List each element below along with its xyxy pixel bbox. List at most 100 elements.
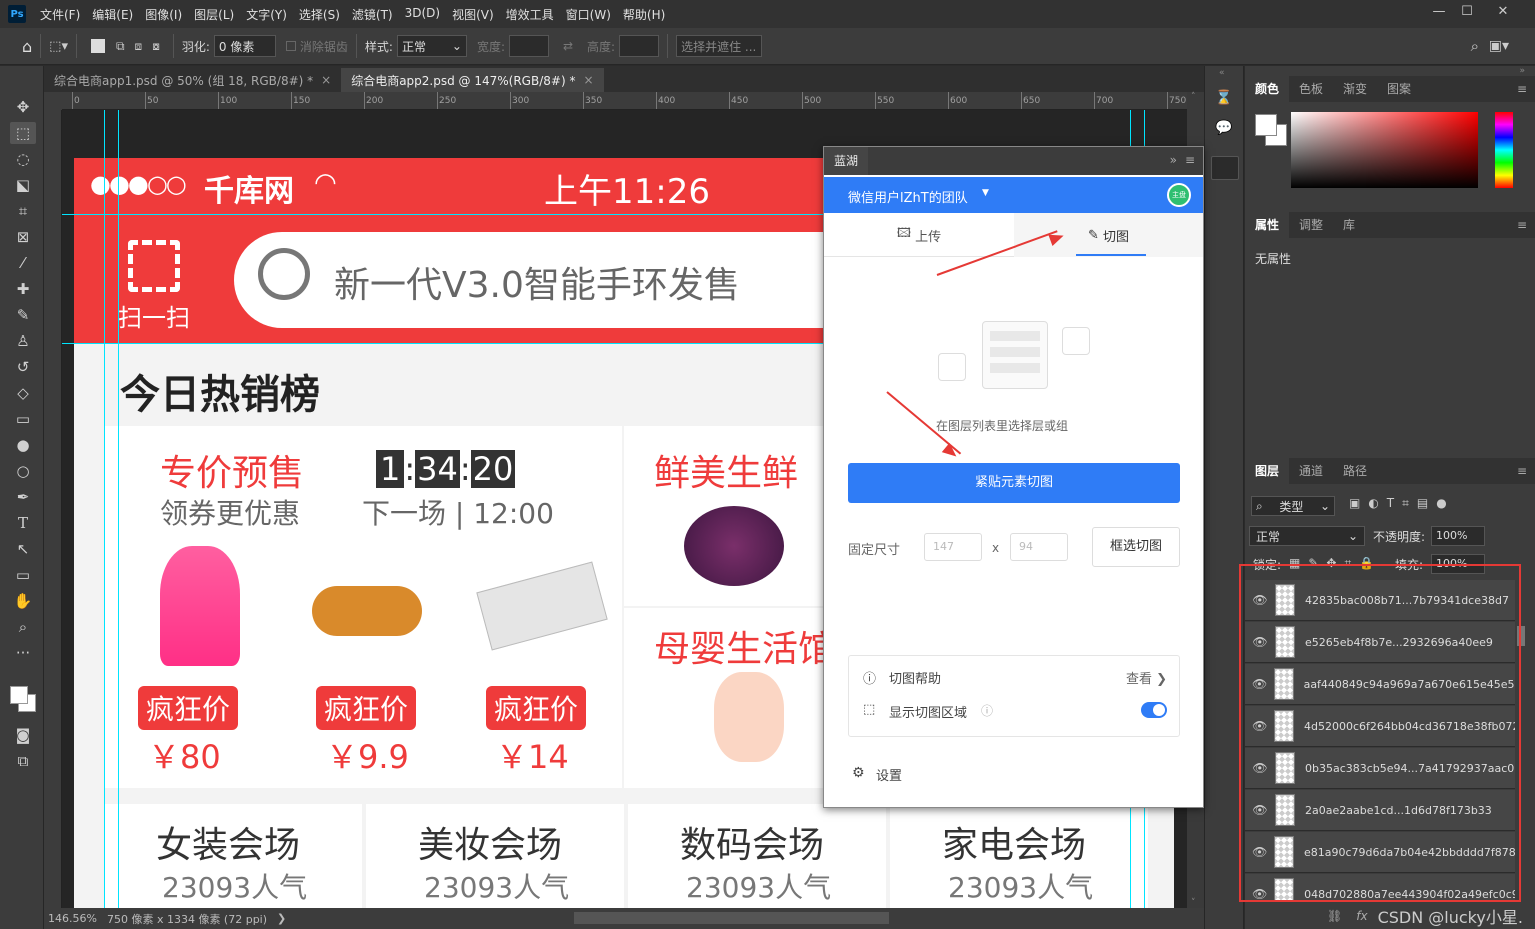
frame-tool-icon[interactable]: ⊠ (10, 226, 36, 248)
plugin-menu-icon[interactable]: ≡ (1185, 153, 1195, 167)
tab-doc2-close-icon[interactable]: × (583, 73, 593, 87)
search-icon[interactable]: ⌕ (1471, 37, 1479, 55)
show-area-toggle[interactable] (1141, 702, 1167, 718)
opacity-input[interactable]: 100% (1431, 526, 1485, 546)
settings-label[interactable]: 设置 (876, 765, 902, 784)
avatar[interactable]: 主盘 (1167, 183, 1191, 207)
chevron-up-icon[interactable]: ˄ (1191, 92, 1196, 102)
slice-height-input[interactable]: 94 (1010, 533, 1068, 561)
tab-doc1-close-icon[interactable]: × (321, 73, 331, 87)
paste-slice-button[interactable]: 紧贴元素切图 (848, 463, 1180, 503)
type-tool-icon[interactable]: T (10, 512, 36, 534)
antialias-checkbox[interactable] (285, 41, 296, 51)
venue-cell[interactable]: 美妆会场 23093人气 (366, 804, 624, 908)
panel-menu-icon[interactable]: ≡ (1517, 464, 1527, 478)
hue-slider[interactable] (1495, 112, 1513, 188)
workspace-icon[interactable]: ▣▾ (1489, 38, 1509, 54)
hand-tool-icon[interactable]: ✋ (10, 590, 36, 612)
zoom-level[interactable]: 146.56% (48, 912, 97, 925)
menu-item[interactable]: 图层(L) (188, 6, 240, 23)
layer-filter-icons[interactable]: ▣◐T⌗▤● (1349, 496, 1455, 511)
color-panel-tab[interactable]: 颜色 (1245, 76, 1290, 102)
stamp-tool-icon[interactable]: ♙ (10, 330, 36, 352)
tab-doc2[interactable]: 综合电商app2.psd @ 147%(RGB/8#) * × (341, 68, 604, 92)
scan-icon[interactable] (128, 240, 180, 292)
lasso-tool-icon[interactable]: ◌ (10, 148, 36, 170)
quick-select-tool-icon[interactable]: ⬕ (10, 174, 36, 196)
history-brush-icon[interactable]: ↺ (10, 356, 36, 378)
history-panel-icon[interactable]: ⌛ (1215, 90, 1232, 106)
rectangle-tool-icon[interactable]: ▭ (10, 564, 36, 586)
path-select-tool-icon[interactable]: ↖ (10, 538, 36, 560)
crop-tool-icon[interactable]: ⌗ (10, 200, 36, 222)
properties-panel-tab[interactable]: 属性 (1245, 212, 1290, 238)
team-caret-icon[interactable]: ▼ (982, 188, 989, 198)
blur-tool-icon[interactable]: ● (10, 434, 36, 456)
layers-panel-tab[interactable]: 路径 (1333, 458, 1377, 484)
venue-cell[interactable]: 女装会场 23093人气 (104, 804, 362, 908)
tab-upload[interactable]: 🖾 上传 (824, 213, 1014, 257)
zoom-tool-icon[interactable]: ⌕ (10, 616, 36, 638)
panel-menu-icon[interactable]: ≡ (1517, 218, 1527, 232)
plugin-panel-icon[interactable] (1211, 156, 1239, 180)
eraser-tool-icon[interactable]: ◇ (10, 382, 36, 404)
maximize-button[interactable]: ☐ (1455, 4, 1479, 22)
properties-panel-tab[interactable]: 调整 (1289, 212, 1333, 238)
dodge-tool-icon[interactable]: ○ (10, 460, 36, 482)
style-select[interactable]: 正常 ⌄ (396, 35, 467, 57)
menu-item[interactable]: 文字(Y) (240, 6, 293, 23)
healing-brush-icon[interactable]: ✚ (10, 278, 36, 300)
properties-panel-tab[interactable]: 库 (1333, 212, 1365, 238)
intersect-selection-icon[interactable]: ⧇ (152, 39, 160, 54)
feather-input[interactable]: 0 像素 (213, 35, 276, 57)
marquee-preset-icon[interactable]: ⬚▾ (49, 39, 68, 54)
gradient-tool-icon[interactable]: ▭ (10, 408, 36, 430)
gear-icon[interactable]: ⚙ (852, 765, 865, 781)
layers-panel-tab[interactable]: 通道 (1289, 458, 1333, 484)
color-panel-tab[interactable]: 渐变 (1333, 76, 1377, 102)
minimize-button[interactable]: — (1427, 4, 1451, 22)
team-bar[interactable]: 微信用户lZhT的团队 ▼ 主盘 (824, 177, 1203, 213)
new-selection-icon[interactable] (90, 39, 105, 53)
more-tools-icon[interactable]: ··· (10, 642, 36, 664)
menu-item[interactable]: 滤镜(T) (346, 6, 399, 23)
home-icon[interactable]: ⌂ (22, 37, 32, 56)
subtract-selection-icon[interactable]: ⧈ (135, 39, 143, 54)
color-panel-tab[interactable]: 图案 (1377, 76, 1421, 102)
collapse-panels-icon[interactable]: » (1519, 66, 1525, 76)
venue-cell[interactable]: 数码会场 23093人气 (628, 804, 886, 908)
foreground-color-swatch[interactable] (10, 686, 28, 704)
frame-slice-button[interactable]: 框选切图 (1092, 527, 1180, 567)
collapse-icon[interactable]: « (1219, 68, 1225, 78)
slice-width-input[interactable]: 147 (924, 533, 982, 561)
horizontal-scroll-thumb[interactable] (574, 912, 889, 924)
menu-item[interactable]: 编辑(E) (86, 6, 139, 23)
plugin-expand-icon[interactable]: » (1170, 153, 1177, 167)
move-tool-icon[interactable]: ✥ (10, 96, 36, 118)
chevron-down-icon[interactable]: ˅ (1191, 898, 1196, 908)
swap-icon[interactable]: ⇄ (563, 39, 573, 53)
menu-item[interactable]: 帮助(H) (617, 6, 671, 23)
menu-item[interactable]: 3D(D) (399, 6, 446, 23)
layers-panel-tab[interactable]: 图层 (1245, 458, 1290, 484)
menu-item[interactable]: 窗口(W) (560, 6, 617, 23)
pen-tool-icon[interactable]: ✒ (10, 486, 36, 508)
menu-item[interactable]: 图像(I) (139, 6, 188, 23)
status-chevron-icon[interactable]: ❯ (277, 912, 286, 925)
menu-item[interactable]: 视图(V) (446, 6, 500, 23)
color-field[interactable] (1291, 112, 1478, 188)
screen-mode-icon[interactable]: ⧉ (10, 750, 36, 772)
rect-marquee-tool-icon[interactable]: ⬚ (10, 122, 36, 144)
menu-item[interactable]: 增效工具 (500, 6, 560, 23)
venue-cell[interactable]: 家电会场 23093人气 (890, 804, 1148, 908)
blend-mode-select[interactable]: 正常 ⌄ (1249, 526, 1365, 546)
width-input[interactable] (508, 35, 549, 57)
special-cell[interactable]: 专价预售 领券更优惠 1 : 34 : 20 下一场 | 12:00 疯狂价 ￥8… (104, 426, 622, 788)
foreground-swatch[interactable] (1255, 114, 1277, 136)
quick-mask-icon[interactable]: ◙ (10, 724, 36, 746)
fx-icon[interactable]: fx (1356, 909, 1367, 923)
panel-menu-icon[interactable]: ≡ (1517, 82, 1527, 96)
brush-tool-icon[interactable]: ✎ (10, 304, 36, 326)
color-panel-tab[interactable]: 色板 (1289, 76, 1333, 102)
help-view-link[interactable]: 查看 ❯ (1126, 668, 1167, 687)
